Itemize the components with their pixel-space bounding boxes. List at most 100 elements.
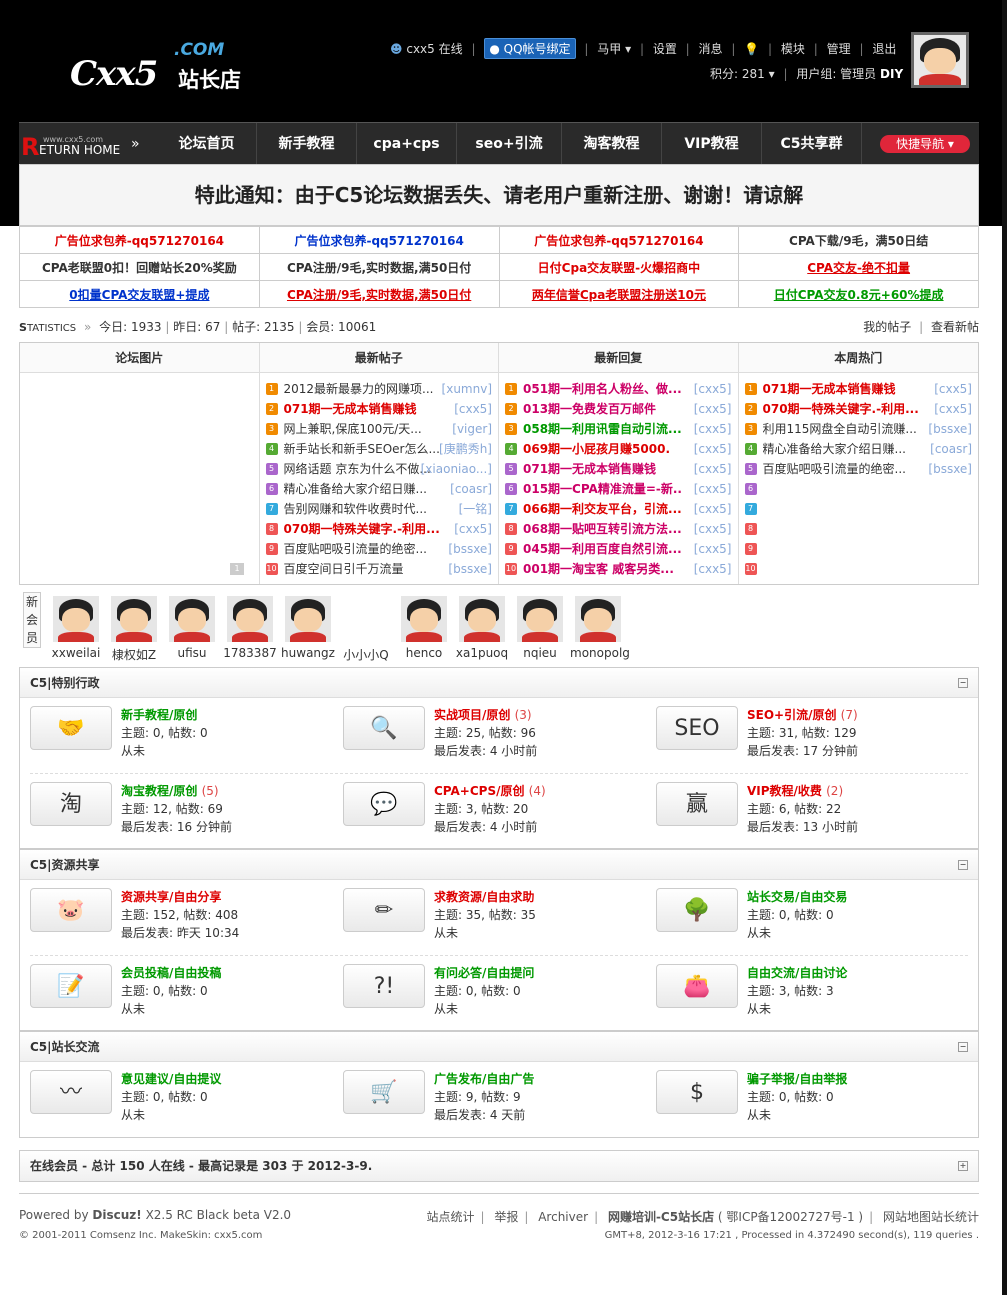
footer-link-sitemap[interactable]: 网站地图站长统计 — [883, 1210, 979, 1224]
thread-title[interactable]: 071期一无成本销售赚钱 — [763, 379, 896, 399]
thread-title[interactable]: 070期一特殊关键字.-利用... — [763, 399, 919, 419]
forum-title[interactable]: VIP教程/收费 (2) — [747, 782, 843, 799]
nav-item-beginner[interactable]: 新手教程 — [257, 123, 357, 165]
forum-last-post[interactable]: 最后发表: 4 天前 — [434, 1106, 525, 1123]
member-avatar[interactable] — [575, 596, 621, 642]
forum-last-post[interactable]: 从未 — [747, 924, 771, 941]
new-member[interactable]: xa1puoq — [454, 596, 510, 660]
forum-last-post[interactable]: 最后发表: 4 小时前 — [434, 742, 537, 759]
footer-link-stats[interactable]: 站点统计 — [426, 1210, 474, 1224]
username-link[interactable]: cxx5 — [406, 42, 434, 56]
thread-title[interactable]: 069期一小屁孩月赚5000. — [523, 439, 670, 459]
member-name[interactable]: nqieu — [512, 646, 568, 660]
thread-list-item[interactable]: 3 058期一利用讯雷自动引流... [cxx5] — [505, 419, 732, 439]
nav-item-seo[interactable]: seo+引流 — [457, 123, 562, 165]
thread-list-item[interactable]: 9 — [744, 539, 973, 559]
new-posts-link[interactable]: 查看新帖 — [931, 320, 979, 334]
nav-item-c5-group[interactable]: C5共享群 — [762, 123, 862, 165]
manage-link[interactable]: 管理 — [827, 40, 851, 57]
member-avatar[interactable] — [401, 596, 447, 642]
help-user-icon[interactable]: ✏ — [343, 888, 425, 932]
thread-title[interactable]: 网络话题 京东为什么不做... — [284, 459, 431, 479]
forum-last-post[interactable]: 最后发表: 4 小时前 — [434, 818, 537, 835]
thread-title[interactable]: 015期一CPA精准流量=-新... — [523, 479, 681, 499]
ad-link[interactable]: CPA注册/9毛,实时数据,满50日付 — [258, 280, 500, 308]
magnifier-icon[interactable]: 🔍 — [343, 706, 425, 750]
forum-last-post[interactable]: 最后发表: 17 分钟前 — [747, 742, 858, 759]
points-link[interactable]: 积分: 281 — [710, 67, 765, 81]
nav-item-forum-home[interactable]: 论坛首页 — [157, 123, 257, 165]
new-member[interactable]: nqieu — [512, 596, 568, 660]
footer-link-site[interactable]: 网赚培训-C5站长店 — [608, 1210, 714, 1224]
new-member[interactable]: 棣权如Z — [106, 596, 162, 663]
thread-author[interactable]: [cxx5] — [694, 539, 732, 559]
thread-list-item[interactable]: 7 — [744, 499, 973, 519]
forum-title[interactable]: 有问必答/自由提问 — [434, 964, 534, 981]
document-edit-icon[interactable]: 📝 — [30, 964, 112, 1008]
thread-list-item[interactable]: 2 070期一特殊关键字.-利用... [cxx5] — [744, 399, 972, 419]
member-avatar[interactable] — [285, 596, 331, 642]
collapse-icon[interactable]: − — [958, 678, 968, 688]
ad-link[interactable]: 日付CPA交友0.8元+60%提成 — [738, 280, 979, 308]
thread-author[interactable]: [cxx5] — [934, 399, 972, 419]
thread-list-item[interactable]: 5 071期一无成本销售赚钱 [cxx5] — [505, 459, 732, 479]
thread-list-item[interactable]: 4 精心准备给大家介绍日赚... [coasr] — [744, 439, 972, 459]
category-header[interactable]: C5|站长交流 − — [20, 1032, 978, 1062]
thread-title[interactable]: 百度贴吧吸引流量的绝密... — [284, 539, 427, 559]
member-name[interactable]: 棣权如Z — [106, 646, 162, 663]
pulse-globe-icon[interactable]: 〰 — [30, 1070, 112, 1114]
collapse-icon[interactable]: − — [958, 1042, 968, 1052]
thread-author[interactable]: [cxx5] — [694, 439, 732, 459]
forum-title[interactable]: CPA+CPS/原创 (4) — [434, 782, 546, 799]
thread-title[interactable]: 058期一利用讯雷自动引流... — [523, 419, 681, 439]
my-posts-link[interactable]: 我的帖子 — [863, 320, 911, 334]
discuz-link[interactable]: Discuz! — [92, 1208, 141, 1222]
thread-title[interactable]: 066期一利交友平台，引流... — [523, 499, 681, 519]
ad-link[interactable]: CPA注册/9毛,实时数据,满50日付 — [258, 253, 500, 281]
forum-title[interactable]: 意见建议/自由提议 — [121, 1070, 221, 1087]
forum-last-post[interactable]: 从未 — [121, 1106, 145, 1123]
ad-link[interactable]: 广告位求包养-qq571270164 — [258, 226, 500, 254]
thread-title[interactable]: 051期一利用名人粉丝、做... — [523, 379, 681, 399]
ad-link[interactable]: CPA老联盟0扣！回赠站长20%奖励 — [19, 253, 260, 281]
thread-list-item[interactable]: 6 — [744, 479, 973, 499]
member-avatar[interactable] — [53, 596, 99, 642]
win-icon[interactable]: 赢 — [656, 782, 738, 826]
nav-item-taoke[interactable]: 淘客教程 — [562, 123, 662, 165]
thread-author[interactable]: [cxx5] — [694, 499, 732, 519]
forum-last-post[interactable]: 从未 — [121, 742, 145, 759]
thread-list-item[interactable]: 9 百度贴吧吸引流量的绝密... [bssxe] — [265, 539, 492, 559]
thread-list-item[interactable]: 1 051期一利用名人粉丝、做... [cxx5] — [505, 379, 732, 399]
new-member[interactable]: henco — [396, 596, 452, 660]
forum-title[interactable]: 实战项目/原创 (3) — [434, 706, 532, 723]
thread-list-item[interactable]: 10 — [744, 559, 973, 579]
footer-link-archiver[interactable]: Archiver — [538, 1210, 588, 1224]
forum-title[interactable]: SEO+引流/原创 (7) — [747, 706, 858, 723]
forum-title[interactable]: 新手教程/原创 — [121, 706, 197, 723]
thread-title[interactable]: 068期一贴吧互转引流方法... — [523, 519, 681, 539]
member-name[interactable]: ufisu — [164, 646, 220, 660]
new-member[interactable]: huwangz — [280, 596, 336, 660]
nav-item-vip[interactable]: VIP教程 — [662, 123, 762, 165]
thread-title[interactable]: 百度贴吧吸引流量的绝密... — [763, 459, 906, 479]
quick-nav-button[interactable]: 快捷导航 ▾ — [880, 135, 970, 153]
member-name[interactable]: xxweilai — [48, 646, 104, 660]
thread-title[interactable]: 精心准备给大家介绍日赚... — [763, 439, 906, 459]
forum-last-post[interactable]: 最后发表: 昨天 10:34 — [121, 924, 239, 941]
taobao-icon[interactable]: 淘 — [30, 782, 112, 826]
seo-icon[interactable]: SEO — [656, 706, 738, 750]
usergroup-link[interactable]: 用户组: 管理员 — [796, 67, 876, 81]
thread-list-item[interactable]: 9 045期一利用百度自然引流... [cxx5] — [505, 539, 732, 559]
thread-title[interactable]: 2012最新最暴力的网赚项... — [284, 379, 434, 399]
ad-link[interactable]: 两年信誉Cpa老联盟注册送10元 — [498, 280, 740, 308]
thread-title[interactable]: 071期一无成本销售赚钱 — [523, 459, 656, 479]
forum-last-post[interactable]: 最后发表: 13 小时前 — [747, 818, 858, 835]
forum-last-post[interactable]: 从未 — [747, 1106, 771, 1123]
new-member[interactable]: monopolg — [570, 596, 630, 660]
diy-button[interactable]: DIY — [880, 67, 903, 81]
wallet-icon[interactable]: 👛 — [656, 964, 738, 1008]
thread-author[interactable]: [cxx5] — [454, 519, 492, 539]
footer-link-report[interactable]: 举报 — [494, 1210, 518, 1224]
forum-title[interactable]: 站长交易/自由交易 — [747, 888, 847, 905]
thread-author[interactable]: [cxx5] — [694, 399, 732, 419]
